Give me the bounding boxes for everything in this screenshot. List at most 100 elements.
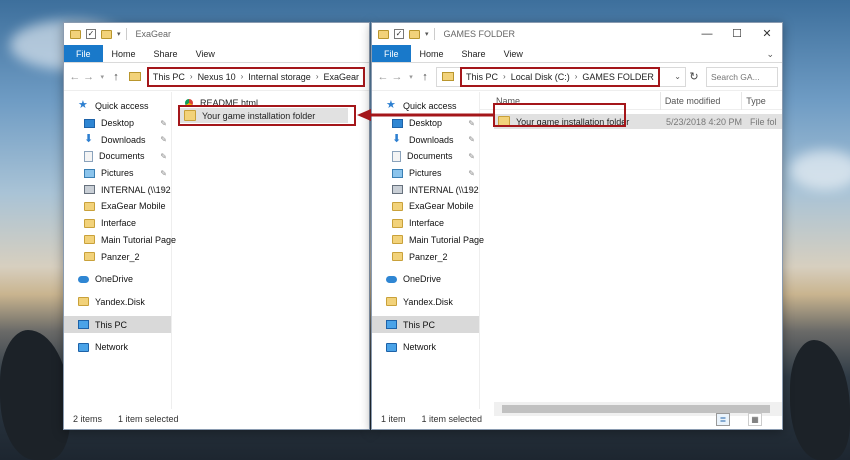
customize-toolbar-icon[interactable]: ▾ [117, 30, 121, 38]
pin-icon[interactable]: ✎ [468, 185, 475, 194]
tab-file[interactable]: File [372, 45, 411, 62]
window-title: ExaGear [135, 29, 172, 39]
folder-icon [84, 235, 95, 245]
up-arrow-icon[interactable]: ↑ [418, 71, 432, 83]
cloud-decoration [790, 150, 850, 190]
sidebar-item-interface[interactable]: Interface [64, 215, 171, 232]
tab-share[interactable]: Share [453, 45, 495, 62]
sidebar-item-onedrive[interactable]: OneDrive [64, 271, 171, 288]
pin-icon[interactable]: ✎ [468, 152, 475, 161]
back-arrow-icon[interactable]: ← [376, 71, 390, 83]
sidebar-item-this-pc[interactable]: This PC [372, 316, 479, 333]
folder-icon[interactable] [70, 29, 81, 39]
expand-ribbon-icon[interactable]: ⌄ [758, 45, 782, 62]
sidebar-item-yandex-disk[interactable]: Yandex.Disk [64, 294, 171, 311]
breadcrumb-item[interactable]: ExaGear [323, 72, 359, 82]
sidebar-item-panzer-2[interactable]: Panzer_2 [372, 248, 479, 265]
search-input[interactable] [711, 71, 771, 82]
tab-file[interactable]: File [64, 45, 103, 62]
column-type[interactable]: Type [742, 92, 782, 110]
title-bar: ✓ ▾ GAMES FOLDER — ☐ ✕ [372, 23, 782, 45]
window-title: GAMES FOLDER [443, 29, 516, 39]
sidebar-item-internal-192[interactable]: INTERNAL (\\192 ✎ [372, 181, 479, 198]
new-folder-icon[interactable] [101, 29, 112, 39]
maximize-icon[interactable]: ☐ [722, 23, 752, 45]
divider [125, 28, 127, 40]
folder-icon [84, 201, 95, 211]
chevron-down-icon[interactable]: ⌄ [674, 72, 681, 81]
sidebar-item-quick-access[interactable]: ★ Quick access [64, 98, 171, 115]
breadcrumb-item[interactable]: Internal storage [248, 72, 311, 82]
tab-home[interactable]: Home [411, 45, 453, 62]
recent-locations-icon[interactable]: ▾ [404, 73, 418, 81]
back-arrow-icon[interactable]: ← [68, 71, 82, 83]
sidebar-item-panzer-2[interactable]: Panzer_2 [64, 248, 171, 265]
sidebar-item-exagear-mobile[interactable]: ExaGear Mobile [372, 198, 479, 215]
sidebar-item-documents[interactable]: Documents ✎ [372, 148, 479, 165]
highlight-box [178, 105, 356, 126]
sidebar-item-interface[interactable]: Interface [372, 215, 479, 232]
minimize-icon[interactable]: — [692, 23, 722, 45]
breadcrumb-item[interactable]: This PC [466, 72, 498, 82]
details-view-icon[interactable]: ≣ [716, 413, 730, 426]
sidebar-item-this-pc[interactable]: This PC [64, 316, 171, 333]
tab-home[interactable]: Home [103, 45, 145, 62]
breadcrumb-item[interactable]: Nexus 10 [198, 72, 236, 82]
pin-icon[interactable]: ✎ [160, 169, 167, 178]
address-bar[interactable]: This PC › Nexus 10 › Internal storage › … [127, 66, 366, 87]
pin-icon[interactable]: ✎ [160, 152, 167, 161]
onedrive-icon [386, 275, 397, 283]
large-icons-view-icon[interactable]: ▦ [748, 413, 762, 426]
pin-icon[interactable]: ✎ [468, 135, 475, 144]
sidebar-item-internal-192[interactable]: INTERNAL (\\192 ✎ [64, 181, 171, 198]
properties-icon[interactable]: ✓ [86, 29, 96, 39]
sidebar-item-downloads[interactable]: ⬇ Downloads ✎ [64, 131, 171, 148]
network-icon [386, 342, 397, 352]
search-box[interactable] [706, 66, 778, 87]
up-arrow-icon[interactable]: ↑ [109, 71, 123, 83]
address-bar[interactable]: This PC › Local Disk (C:) › GAMES FOLDER… [436, 66, 686, 87]
address-row: ← → ▾ ↑ This PC › Local Disk (C:) › GAME… [372, 63, 782, 91]
sidebar-item-main-tutorial-page[interactable]: Main Tutorial Page [64, 232, 176, 249]
tab-share[interactable]: Share [145, 45, 187, 62]
sidebar-item-label: Main Tutorial Page [101, 234, 177, 245]
sidebar-item-desktop[interactable]: Desktop ✎ [64, 115, 171, 132]
pc-icon [386, 320, 397, 330]
sidebar-item-onedrive[interactable]: OneDrive [372, 271, 479, 288]
sidebar-item-exagear-mobile[interactable]: ExaGear Mobile [64, 198, 171, 215]
breadcrumb-item[interactable]: This PC [153, 72, 185, 82]
customize-toolbar-icon[interactable]: ▾ [425, 30, 429, 38]
chevron-right-icon: › [189, 72, 193, 81]
tab-view[interactable]: View [495, 45, 532, 62]
sidebar-item-label: Main Tutorial Page [409, 234, 485, 245]
sidebar-item-downloads[interactable]: ⬇ Downloads ✎ [372, 131, 479, 148]
chevron-right-icon: › [240, 72, 244, 81]
properties-icon[interactable]: ✓ [394, 29, 404, 39]
sidebar-item-documents[interactable]: Documents ✎ [64, 148, 171, 165]
pin-icon[interactable]: ✎ [160, 185, 167, 194]
new-folder-icon[interactable] [409, 29, 420, 39]
sidebar-item-network[interactable]: Network [64, 339, 171, 356]
folder-icon[interactable] [378, 29, 389, 39]
sidebar-item-network[interactable]: Network [372, 339, 479, 356]
breadcrumb-item[interactable]: Local Disk (C:) [511, 72, 570, 82]
file-list: README.html Your game installation folde… [172, 92, 369, 409]
tab-view[interactable]: View [187, 45, 224, 62]
forward-arrow-icon[interactable]: → [390, 71, 404, 83]
sidebar-item-yandex-disk[interactable]: Yandex.Disk [372, 294, 479, 311]
sidebar-item-label: Panzer_2 [101, 251, 140, 262]
forward-arrow-icon[interactable]: → [82, 71, 96, 83]
pin-icon[interactable]: ✎ [160, 119, 167, 128]
sidebar-item-pictures[interactable]: Pictures ✎ [372, 165, 479, 182]
breadcrumb: This PC › Local Disk (C:) › GAMES FOLDER [460, 66, 660, 87]
pin-icon[interactable]: ✎ [468, 169, 475, 178]
pin-icon[interactable]: ✎ [160, 135, 167, 144]
column-date-modified[interactable]: Date modified [661, 91, 743, 110]
folder-icon [128, 72, 141, 81]
sidebar-item-main-tutorial-page[interactable]: Main Tutorial Page [372, 232, 484, 249]
breadcrumb-item[interactable]: GAMES FOLDER [582, 72, 654, 82]
recent-locations-icon[interactable]: ▾ [95, 73, 109, 81]
close-icon[interactable]: ✕ [752, 23, 782, 45]
sidebar-item-pictures[interactable]: Pictures ✎ [64, 165, 171, 182]
refresh-icon[interactable]: ↻ [686, 70, 702, 83]
